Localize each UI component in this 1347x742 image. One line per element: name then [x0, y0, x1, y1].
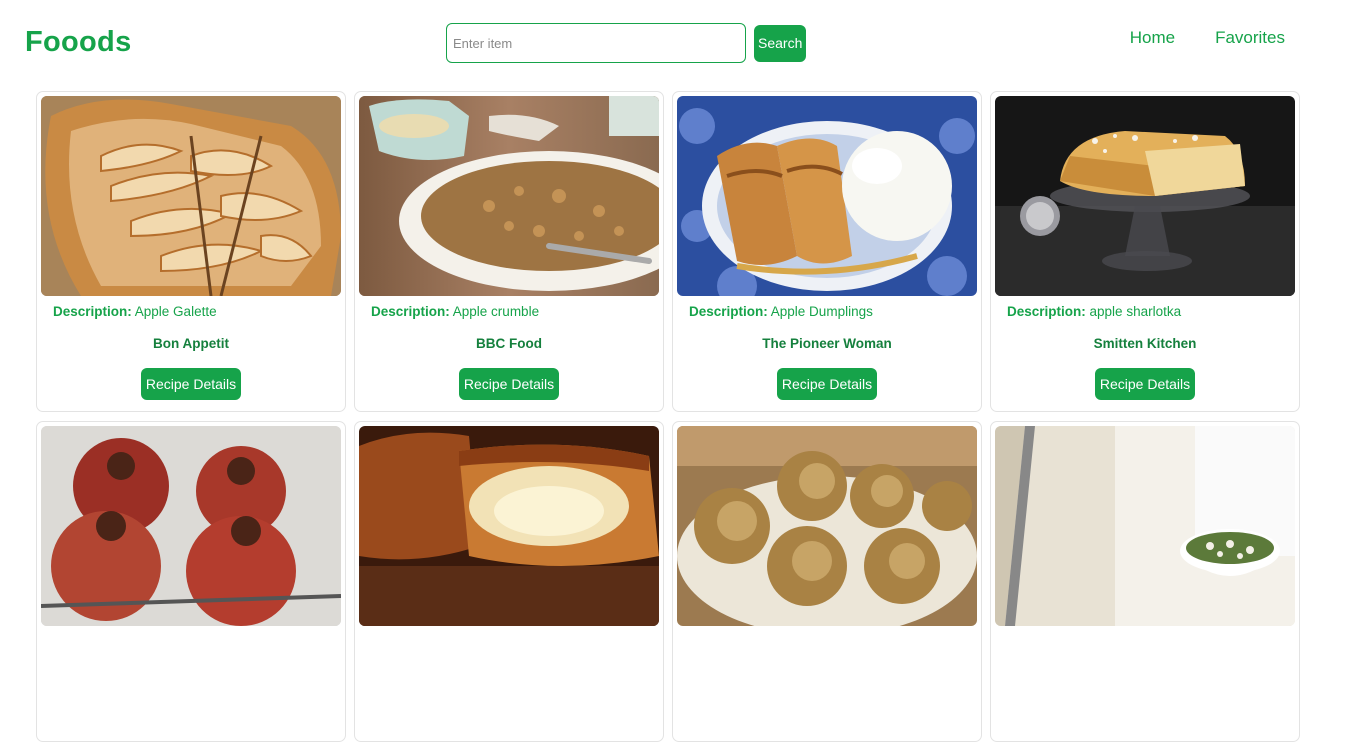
apple-sharlotka-photo	[995, 96, 1295, 296]
recipe-details-button[interactable]: Recipe Details	[776, 368, 878, 400]
apple-crumble-photo	[359, 96, 659, 296]
salad-bowl-photo	[995, 426, 1295, 626]
apple-fritters-photo	[677, 426, 977, 626]
recipe-description: Description: Apple Galette	[53, 304, 341, 319]
recipe-card	[36, 421, 346, 742]
search-button[interactable]: Search	[754, 24, 806, 62]
recipe-image[interactable]	[995, 96, 1295, 296]
recipe-details-button[interactable]: Recipe Details	[140, 368, 242, 400]
description-label: Description:	[689, 304, 768, 319]
recipe-card: Description: apple sharlotka Smitten Kit…	[990, 91, 1300, 412]
description-label: Description:	[1007, 304, 1086, 319]
recipe-source: Bon Appetit	[153, 336, 229, 351]
recipe-source: The Pioneer Woman	[762, 336, 892, 351]
recipe-card	[354, 421, 664, 742]
recipe-image[interactable]	[359, 96, 659, 296]
recipe-card: Description: Apple Dumplings The Pioneer…	[672, 91, 982, 412]
recipe-image[interactable]	[677, 96, 977, 296]
nav-favorites-link[interactable]: Favorites	[1215, 28, 1285, 48]
recipe-card	[990, 421, 1300, 742]
apple-galette-photo	[41, 96, 341, 296]
top-header: Fooods Search Home Favorites	[0, 0, 1347, 90]
nav-home-link[interactable]: Home	[1130, 28, 1175, 48]
recipe-details-button[interactable]: Recipe Details	[1094, 368, 1196, 400]
recipe-image[interactable]	[677, 426, 977, 626]
recipe-description: Description: apple sharlotka	[1007, 304, 1295, 319]
recipe-card: Description: Apple Galette Bon Appetit R…	[36, 91, 346, 412]
description-label: Description:	[53, 304, 132, 319]
description-text: Apple crumble	[452, 304, 540, 319]
apple-dumplings-photo	[677, 96, 977, 296]
description-text: apple sharlotka	[1089, 304, 1182, 319]
recipe-description: Description: Apple crumble	[371, 304, 659, 319]
recipe-description: Description: Apple Dumplings	[689, 304, 977, 319]
recipe-source: BBC Food	[476, 336, 542, 351]
recipe-image[interactable]	[359, 426, 659, 626]
recipe-card: Description: Apple crumble BBC Food Reci…	[354, 91, 664, 412]
recipe-source: Smitten Kitchen	[1093, 336, 1197, 351]
description-text: Apple Galette	[134, 304, 217, 319]
recipe-details-button[interactable]: Recipe Details	[458, 368, 560, 400]
recipe-image[interactable]	[41, 426, 341, 626]
recipe-image[interactable]	[995, 426, 1295, 626]
search-bar: Search	[446, 23, 806, 63]
recipe-grid: Description: Apple Galette Bon Appetit R…	[36, 91, 1300, 742]
recipe-card	[672, 421, 982, 742]
recipe-image[interactable]	[41, 96, 341, 296]
app-logo[interactable]: Fooods	[25, 26, 132, 59]
baked-apples-photo	[41, 426, 341, 626]
apple-pastry-photo	[359, 426, 659, 626]
description-text: Apple Dumplings	[770, 304, 873, 319]
search-input[interactable]	[446, 23, 746, 63]
main-nav: Home Favorites	[1130, 28, 1285, 48]
description-label: Description:	[371, 304, 450, 319]
